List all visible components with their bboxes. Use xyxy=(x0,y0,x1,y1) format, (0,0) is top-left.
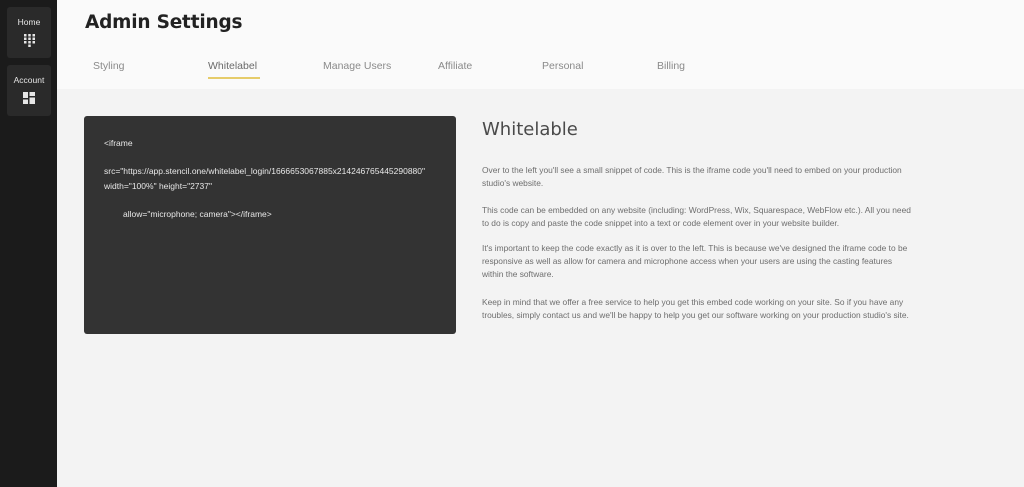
sidebar: Home Account xyxy=(0,0,57,487)
code-line: width="100%" height="2737" xyxy=(104,181,213,191)
dashboard-icon xyxy=(23,92,35,104)
sidebar-item-label: Account xyxy=(13,75,45,85)
tab-styling[interactable]: Styling xyxy=(93,60,125,72)
tab-manage-users[interactable]: Manage Users xyxy=(323,60,391,72)
info-paragraph: This code can be embedded on any website… xyxy=(482,205,911,228)
info-paragraph: Keep in mind that we offer a free servic… xyxy=(482,297,909,320)
dialpad-icon xyxy=(23,34,35,47)
tab-billing[interactable]: Billing xyxy=(657,60,685,72)
sidebar-item-home[interactable]: Home xyxy=(7,7,51,58)
active-tab-indicator xyxy=(208,77,260,79)
sidebar-item-label: Home xyxy=(17,17,41,27)
tab-whitelabel[interactable]: Whitelabel xyxy=(208,60,257,72)
section-title: Whitelable xyxy=(482,119,578,140)
header: Admin Settings Styling Whitelabel Manage… xyxy=(57,0,1024,89)
code-line: src="https://app.stencil.one/whitelabel_… xyxy=(104,166,426,176)
code-line: <iframe xyxy=(104,138,133,148)
info-paragraph: It's important to keep the code exactly … xyxy=(482,243,908,279)
tab-affiliate[interactable]: Affiliate xyxy=(438,60,472,72)
tab-personal[interactable]: Personal xyxy=(542,60,583,72)
code-line: allow="microphone; camera"></iframe> xyxy=(123,209,272,219)
info-paragraph: Over to the left you'll see a small snip… xyxy=(482,165,902,188)
sidebar-item-account[interactable]: Account xyxy=(7,65,51,116)
page-title: Admin Settings xyxy=(85,12,243,33)
embed-code-box[interactable]: <iframe src="https://app.stencil.one/whi… xyxy=(84,116,456,334)
